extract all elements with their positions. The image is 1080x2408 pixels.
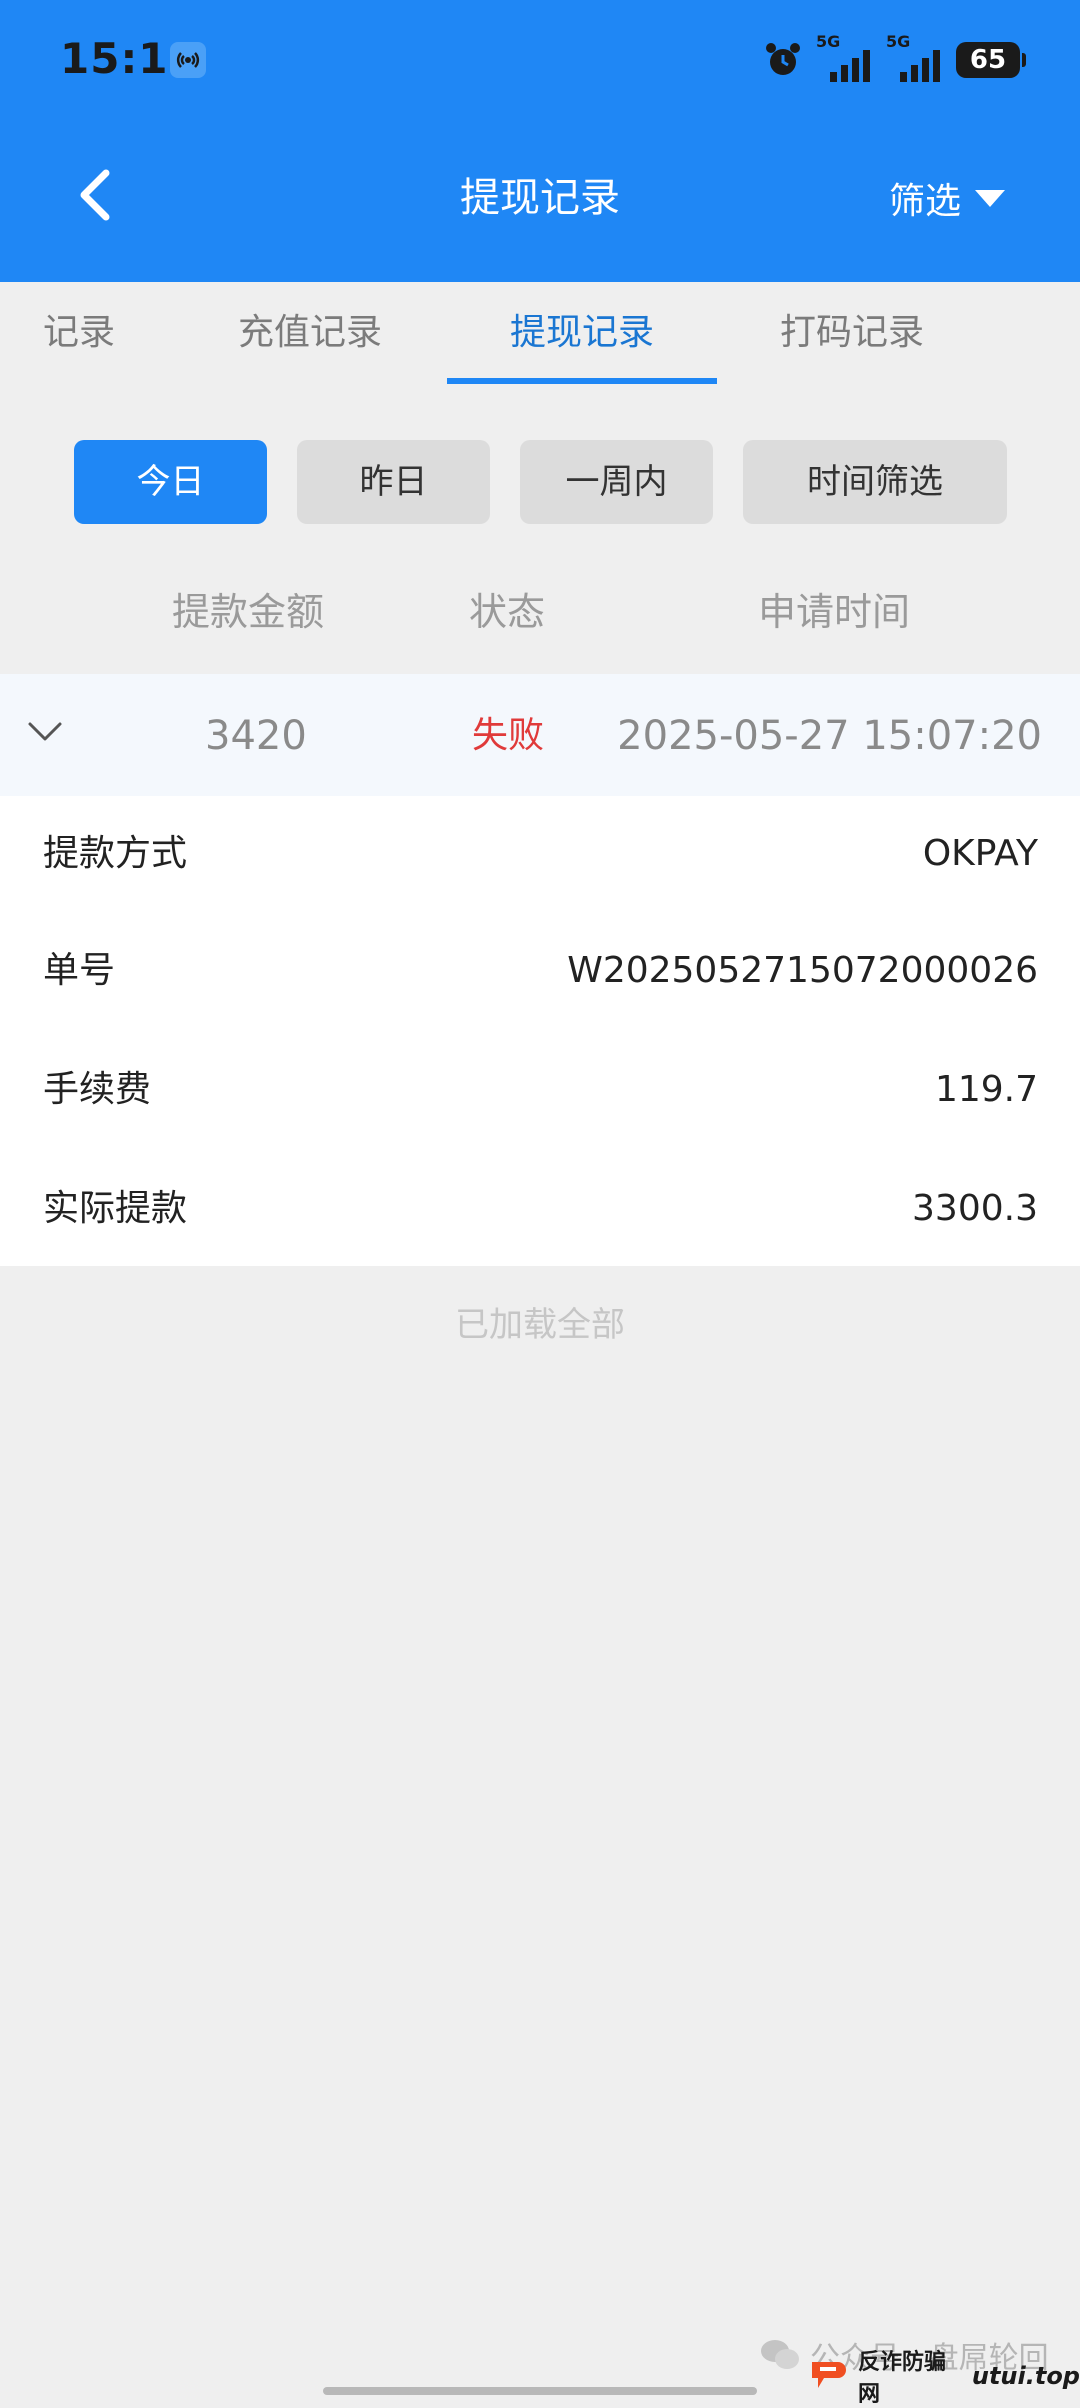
record-time: 2025-05-27 15:07:20: [617, 713, 1042, 759]
antifraud-badge: 反诈防骗网 utui.top: [808, 2350, 1080, 2407]
detail-value: 119.7: [934, 1069, 1038, 1110]
hotspot-icon: [170, 42, 206, 78]
antifraud-domain: utui.top: [971, 2362, 1080, 2390]
tab-withdrawal-records[interactable]: 提现记录: [510, 308, 654, 358]
chevron-down-icon[interactable]: [26, 718, 64, 746]
filter-yesterday-button[interactable]: 昨日: [297, 440, 490, 524]
detail-row-actual-amount: 实际提款 3300.3: [0, 1169, 1080, 1249]
filter-button[interactable]: 筛选: [889, 170, 1005, 226]
active-tab-indicator: [447, 378, 717, 384]
wechat-icon: [760, 2338, 800, 2372]
signal-bars-icon: [898, 48, 942, 82]
filter-custom-time-button[interactable]: 时间筛选: [743, 440, 1007, 524]
detail-row-fee: 手续费 119.7: [0, 1050, 1080, 1130]
caret-down-icon: [975, 189, 1005, 207]
column-header-status: 状态: [469, 590, 546, 634]
alarm-icon: [764, 41, 802, 79]
column-header-time: 申请时间: [758, 590, 911, 634]
record-status: 失败: [472, 715, 545, 756]
detail-label: 单号: [43, 950, 116, 991]
filter-label: 筛选: [888, 181, 961, 222]
column-header-amount: 提款金额: [172, 590, 325, 634]
signal-5g-2: 5G: [886, 32, 942, 82]
detail-row-order-no: 单号 W2025052715072000026: [0, 931, 1080, 1011]
detail-label: 实际提款: [43, 1188, 188, 1229]
antifraud-text: 反诈防骗网: [858, 2350, 947, 2407]
filter-week-button[interactable]: 一周内: [520, 440, 713, 524]
battery-indicator: 65: [956, 42, 1026, 78]
signal-bars-icon: [828, 48, 872, 82]
antifraud-logo-icon: [808, 2358, 850, 2394]
filter-today-button[interactable]: 今日: [74, 440, 267, 524]
app-header: 15:11 5G 5G 65 提现记录 筛选: [0, 0, 1080, 282]
detail-value: 3300.3: [912, 1188, 1038, 1229]
detail-label: 手续费: [43, 1069, 152, 1110]
record-details-panel: 提款方式 OKPAY 单号 W2025052715072000026 手续费 1…: [0, 796, 1080, 1266]
status-icons: 5G 5G 65: [764, 32, 1026, 82]
detail-value: W2025052715072000026: [567, 950, 1038, 991]
detail-value: OKPAY: [922, 833, 1038, 874]
tab-deposit-records[interactable]: 充值记录: [238, 308, 382, 358]
withdrawal-record-row[interactable]: 3420 失败 2025-05-27 15:07:20: [0, 674, 1080, 796]
tab-betting-records[interactable]: 打码记录: [780, 308, 924, 358]
tab-records[interactable]: 记录: [43, 308, 115, 358]
record-amount: 3420: [205, 713, 307, 759]
signal-5g-1: 5G: [816, 32, 872, 82]
detail-label: 提款方式: [43, 833, 188, 874]
detail-row-method: 提款方式 OKPAY: [0, 814, 1080, 894]
record-tabs: 记录 充值记录 提现记录 打码记录: [0, 282, 1080, 386]
home-indicator[interactable]: [323, 2387, 757, 2395]
loaded-all-text: 已加载全部: [455, 1305, 625, 1345]
